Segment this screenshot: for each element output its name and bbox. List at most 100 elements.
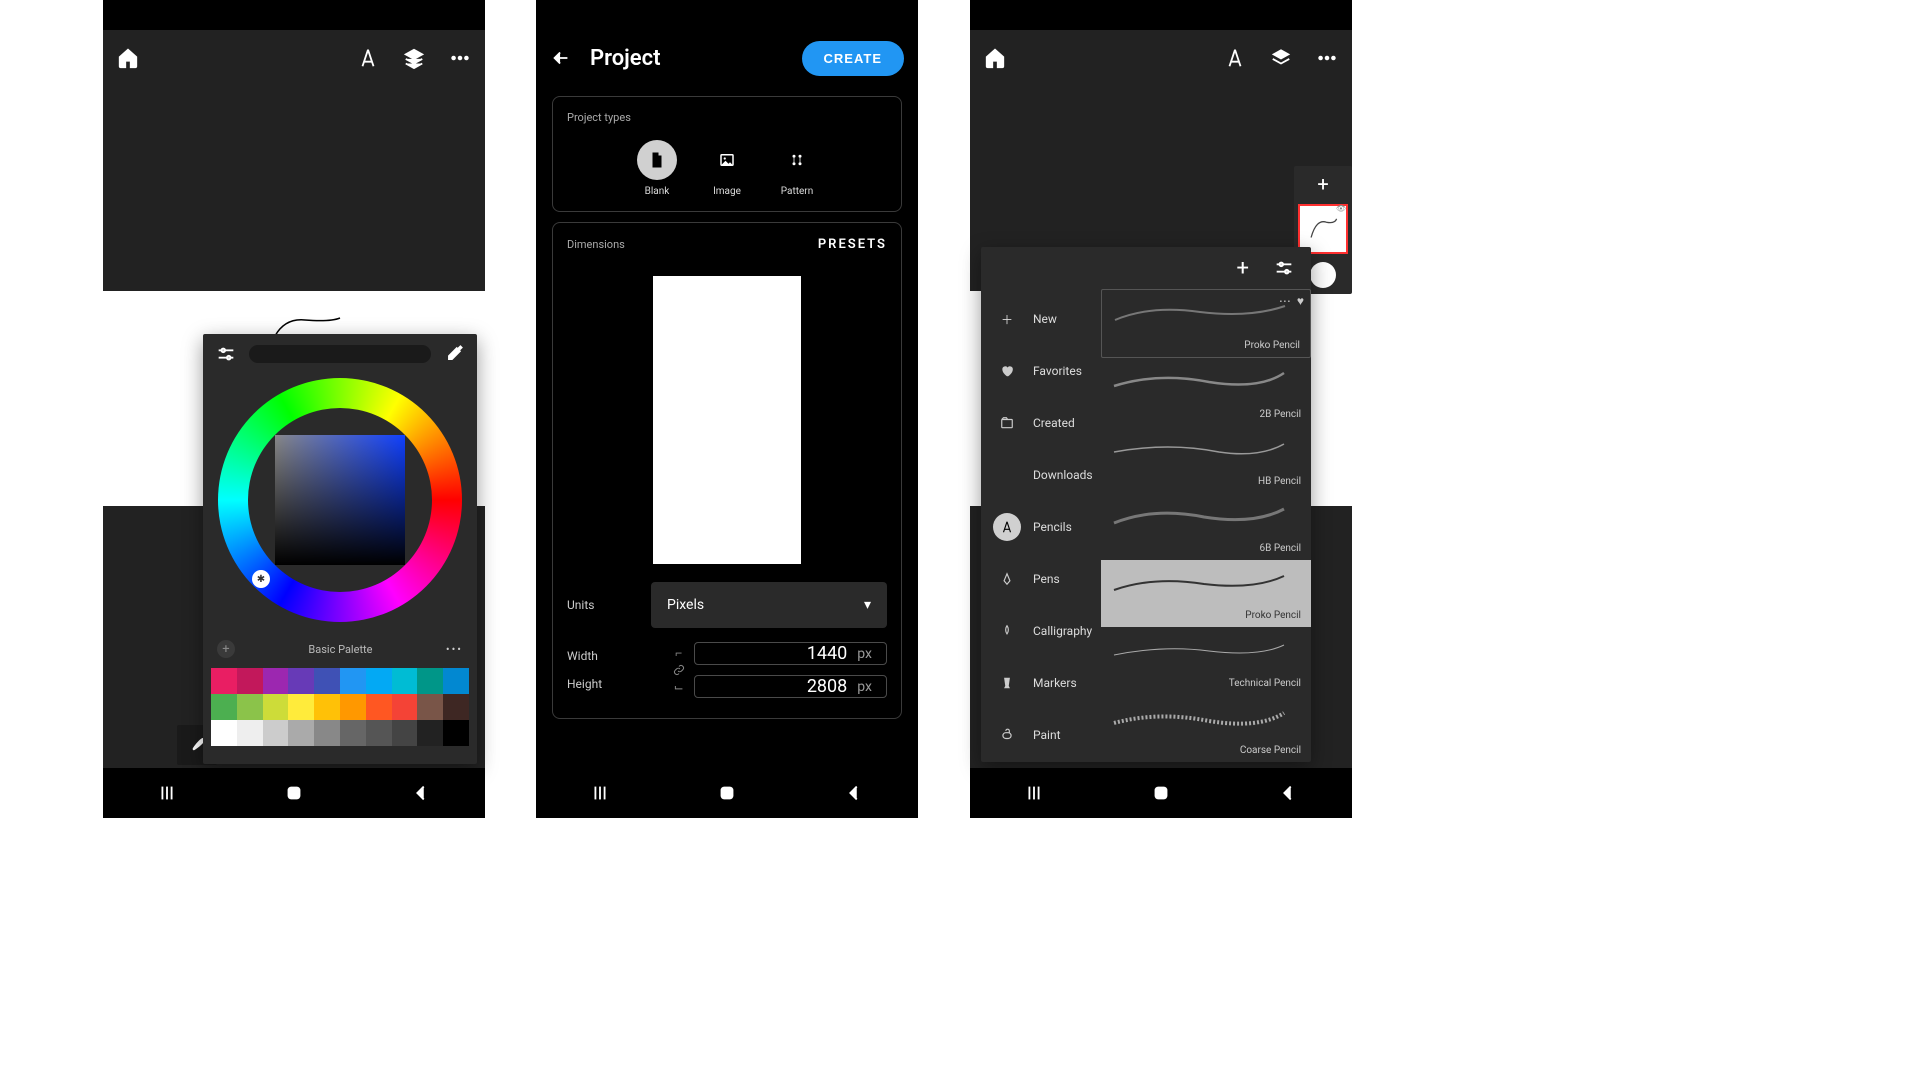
project-types-card: Project types Blank Image Pattern: [552, 96, 902, 212]
palette-swatch[interactable]: [443, 720, 469, 746]
cat-created[interactable]: Created: [981, 397, 1101, 449]
sliders-icon[interactable]: [215, 343, 237, 365]
more-icon[interactable]: [1316, 47, 1338, 69]
more-icon[interactable]: [449, 47, 471, 69]
palette-swatch[interactable]: [211, 720, 237, 746]
palette-swatch[interactable]: [263, 668, 289, 694]
layers-icon[interactable]: [1270, 47, 1292, 69]
cat-pens[interactable]: Pens: [981, 553, 1101, 605]
palette-swatch[interactable]: [314, 720, 340, 746]
units-select[interactable]: Pixels ▾: [651, 582, 887, 628]
cat-downloads[interactable]: Downloads: [981, 449, 1101, 501]
palette-swatch[interactable]: [366, 694, 392, 720]
palette-swatch[interactable]: [392, 668, 418, 694]
back-icon[interactable]: [410, 782, 432, 804]
palette-swatch[interactable]: [417, 694, 443, 720]
back-arrow-icon[interactable]: [550, 47, 572, 69]
favorite-icon[interactable]: ♥: [1297, 294, 1304, 308]
palette-swatch[interactable]: [237, 720, 263, 746]
palette-swatch[interactable]: [211, 694, 237, 720]
brush-proko-pencil[interactable]: ⋯♥ Proko Pencil: [1101, 289, 1311, 358]
add-layer-button[interactable]: +: [1317, 172, 1328, 196]
palette-swatch[interactable]: [366, 668, 392, 694]
project-type-blank[interactable]: Blank: [637, 140, 677, 197]
eyedropper-icon[interactable]: [443, 343, 465, 365]
precision-icon[interactable]: [1224, 47, 1246, 69]
brush-6b-pencil[interactable]: 6B Pencil: [1101, 493, 1311, 560]
color-square[interactable]: [275, 435, 405, 565]
recents-icon[interactable]: [589, 782, 611, 804]
home-nav-icon[interactable]: [283, 782, 305, 804]
brush-more-icon[interactable]: ⋯: [1279, 294, 1291, 308]
link-dimensions-icon[interactable]: ⌐ ⌙: [672, 646, 686, 694]
palette-swatch[interactable]: [366, 720, 392, 746]
palette-swatch[interactable]: [417, 668, 443, 694]
color-history-bar[interactable]: [249, 345, 431, 363]
layers-icon[interactable]: [403, 47, 425, 69]
app-bar: [103, 30, 485, 86]
precision-icon[interactable]: [357, 47, 379, 69]
palette-swatch[interactable]: [288, 720, 314, 746]
recents-icon[interactable]: [156, 782, 178, 804]
cat-new[interactable]: ＋New: [981, 293, 1101, 345]
height-field[interactable]: 2808 px: [694, 675, 887, 698]
screen1-top: [103, 0, 485, 291]
palette-swatch[interactable]: [392, 720, 418, 746]
cat-pencils[interactable]: Pencils: [981, 501, 1101, 553]
brush-2b-pencil[interactable]: 2B Pencil: [1101, 358, 1311, 425]
project-type-image[interactable]: Image: [707, 140, 747, 197]
back-icon[interactable]: [1277, 782, 1299, 804]
palette-swatch[interactable]: [314, 694, 340, 720]
back-icon[interactable]: [843, 782, 865, 804]
brush-list: ⋯ ♥ Proko Pencil 2B Pencil HB Pencil 6B P…: [1101, 289, 1311, 762]
palette-swatch[interactable]: [340, 668, 366, 694]
presets-button[interactable]: PRESETS: [818, 237, 887, 252]
wheel-cursor[interactable]: ✱: [252, 570, 270, 588]
palette-swatch[interactable]: [288, 668, 314, 694]
add-palette-button[interactable]: +: [217, 640, 235, 658]
cat-markers[interactable]: Markers: [981, 657, 1101, 709]
palette-swatch[interactable]: [237, 668, 263, 694]
android-nav: [970, 768, 1352, 818]
color-wheel[interactable]: ✱: [218, 378, 462, 622]
brush-hb-pencil[interactable]: HB Pencil: [1101, 426, 1311, 493]
cat-calligraphy[interactable]: Calligraphy: [981, 605, 1101, 657]
width-field[interactable]: 1440 px: [694, 642, 887, 665]
brush-coarse-pencil[interactable]: Coarse Pencil: [1101, 695, 1311, 762]
palette-swatch[interactable]: [263, 694, 289, 720]
home-nav-icon[interactable]: [716, 782, 738, 804]
canvas-area[interactable]: [103, 86, 485, 291]
palette-swatch[interactable]: [392, 694, 418, 720]
palette-swatch[interactable]: [288, 694, 314, 720]
brush-technical-pencil[interactable]: Technical Pencil: [1101, 627, 1311, 694]
home-nav-icon[interactable]: [1150, 782, 1172, 804]
home-icon[interactable]: [117, 47, 139, 69]
palette-swatch[interactable]: [417, 720, 443, 746]
brush-proko-pencil-selected[interactable]: Proko Pencil: [1101, 560, 1311, 627]
status-bar: [536, 0, 918, 30]
visibility-icon[interactable]: 👁: [1336, 204, 1346, 213]
height-label: Height: [567, 677, 637, 691]
cat-favorites[interactable]: Favorites: [981, 345, 1101, 397]
cat-paint[interactable]: Paint: [981, 709, 1101, 761]
palette-swatch[interactable]: [237, 694, 263, 720]
home-icon[interactable]: [984, 47, 1006, 69]
palette-swatch[interactable]: [314, 668, 340, 694]
palette-swatch[interactable]: [340, 694, 366, 720]
brush-settings-icon[interactable]: [1273, 257, 1295, 279]
dimensions-label: Dimensions: [567, 238, 625, 251]
palette-swatch[interactable]: [443, 694, 469, 720]
palette-name: Basic Palette: [308, 643, 372, 656]
units-label: Units: [567, 598, 637, 612]
project-type-pattern[interactable]: Pattern: [777, 140, 817, 197]
recents-icon[interactable]: [1023, 782, 1045, 804]
background-layer[interactable]: [1310, 262, 1336, 288]
palette-swatch[interactable]: [340, 720, 366, 746]
palette-more-icon[interactable]: •••: [446, 643, 463, 656]
create-button[interactable]: CREATE: [802, 41, 904, 76]
palette-swatch[interactable]: [443, 668, 469, 694]
project-types-label: Project types: [567, 111, 887, 124]
palette-swatch[interactable]: [263, 720, 289, 746]
add-brush-button[interactable]: +: [1237, 256, 1249, 281]
palette-swatch[interactable]: [211, 668, 237, 694]
